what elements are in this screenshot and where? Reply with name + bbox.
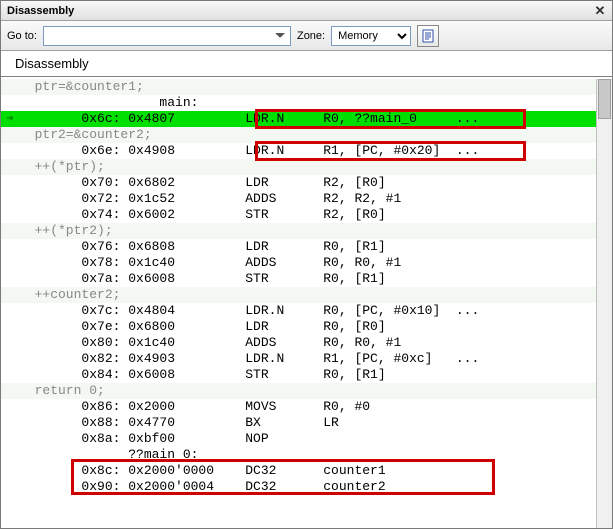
scrollbar-thumb[interactable]: [598, 79, 611, 119]
line-text: 0x8a: 0xbf00 NOP: [19, 431, 596, 447]
zone-select[interactable]: Memory: [331, 26, 411, 46]
line-text: 0x6c: 0x4807 LDR.N R0, ??main_0 ...: [19, 111, 596, 127]
asm-line[interactable]: 0x7c: 0x4804 LDR.N R0, [PC, #0x10] ...: [1, 303, 596, 319]
line-text: 0x74: 0x6002 STR R2, [R0]: [19, 207, 596, 223]
line-text: 0x7e: 0x6800 LDR R0, [R0]: [19, 319, 596, 335]
asm-line[interactable]: 0x84: 0x6008 STR R0, [R1]: [1, 367, 596, 383]
line-text: 0x82: 0x4903 LDR.N R1, [PC, #0xc] ...: [19, 351, 596, 367]
line-text: 0x70: 0x6802 LDR R2, [R0]: [19, 175, 596, 191]
gutter: ➔: [1, 111, 19, 127]
line-text: ++counter2;: [19, 287, 596, 303]
window-title: Disassembly: [7, 5, 74, 17]
asm-line[interactable]: 0x88: 0x4770 BX LR: [1, 415, 596, 431]
line-text: return 0;: [19, 383, 596, 399]
line-text: ptr=&counter1;: [19, 79, 596, 95]
goto-input[interactable]: [43, 26, 291, 46]
asm-line[interactable]: 0x78: 0x1c40 ADDS R0, R0, #1: [1, 255, 596, 271]
close-icon[interactable]: ✕: [592, 3, 608, 19]
line-text: 0x80: 0x1c40 ADDS R0, R0, #1: [19, 335, 596, 351]
line-text: 0x88: 0x4770 BX LR: [19, 415, 596, 431]
asm-line[interactable]: 0x90: 0x2000'0004 DC32 counter2: [1, 479, 596, 495]
label-line[interactable]: ??main_0:: [1, 447, 596, 463]
label-line[interactable]: main:: [1, 95, 596, 111]
source-line[interactable]: ptr2=&counter2;: [1, 127, 596, 143]
line-text: 0x72: 0x1c52 ADDS R2, R2, #1: [19, 191, 596, 207]
disassembly-window: Disassembly ✕ Go to: Zone: Memory Disass…: [0, 0, 613, 529]
line-text: ++(*ptr);: [19, 159, 596, 175]
asm-line[interactable]: 0x70: 0x6802 LDR R2, [R0]: [1, 175, 596, 191]
disassembly-listing: ptr=&counter1; main:➔ 0x6c: 0x4807 LDR.N…: [1, 79, 596, 495]
line-text: 0x76: 0x6808 LDR R0, [R1]: [19, 239, 596, 255]
document-button[interactable]: [417, 25, 439, 47]
line-text: ??main_0:: [19, 447, 596, 463]
line-text: 0x8c: 0x2000'0000 DC32 counter1: [19, 463, 596, 479]
line-text: ptr2=&counter2;: [19, 127, 596, 143]
line-text: 0x7a: 0x6008 STR R0, [R1]: [19, 271, 596, 287]
asm-line[interactable]: 0x80: 0x1c40 ADDS R0, R0, #1: [1, 335, 596, 351]
asm-line[interactable]: 0x8c: 0x2000'0000 DC32 counter1: [1, 463, 596, 479]
asm-line[interactable]: 0x86: 0x2000 MOVS R0, #0: [1, 399, 596, 415]
document-icon: [422, 29, 434, 43]
line-text: 0x84: 0x6008 STR R0, [R1]: [19, 367, 596, 383]
content-area: Disassembly ptr=&counter1; main:➔ 0x6c: …: [1, 51, 612, 528]
asm-line[interactable]: 0x6e: 0x4908 LDR.N R1, [PC, #0x20] ...: [1, 143, 596, 159]
asm-line[interactable]: 0x7e: 0x6800 LDR R0, [R0]: [1, 319, 596, 335]
source-line[interactable]: ++(*ptr2);: [1, 223, 596, 239]
content-subheader: Disassembly: [1, 51, 612, 77]
line-text: 0x90: 0x2000'0004 DC32 counter2: [19, 479, 596, 495]
line-text: 0x6e: 0x4908 LDR.N R1, [PC, #0x20] ...: [19, 143, 596, 159]
goto-label: Go to:: [7, 30, 37, 42]
asm-line[interactable]: ➔ 0x6c: 0x4807 LDR.N R0, ??main_0 ...: [1, 111, 596, 127]
source-line[interactable]: ++counter2;: [1, 287, 596, 303]
asm-line[interactable]: 0x76: 0x6808 LDR R0, [R1]: [1, 239, 596, 255]
titlebar: Disassembly ✕: [1, 1, 612, 21]
scroll-area[interactable]: ptr=&counter1; main:➔ 0x6c: 0x4807 LDR.N…: [1, 79, 596, 528]
line-text: 0x78: 0x1c40 ADDS R0, R0, #1: [19, 255, 596, 271]
zone-label: Zone:: [297, 30, 325, 42]
line-text: ++(*ptr2);: [19, 223, 596, 239]
asm-line[interactable]: 0x74: 0x6002 STR R2, [R0]: [1, 207, 596, 223]
line-text: 0x86: 0x2000 MOVS R0, #0: [19, 399, 596, 415]
vertical-scrollbar[interactable]: [596, 79, 612, 528]
asm-line[interactable]: 0x72: 0x1c52 ADDS R2, R2, #1: [1, 191, 596, 207]
source-line[interactable]: return 0;: [1, 383, 596, 399]
asm-line[interactable]: 0x8a: 0xbf00 NOP: [1, 431, 596, 447]
toolbar: Go to: Zone: Memory: [1, 21, 612, 51]
line-text: main:: [19, 95, 596, 111]
line-text: 0x7c: 0x4804 LDR.N R0, [PC, #0x10] ...: [19, 303, 596, 319]
asm-line[interactable]: 0x7a: 0x6008 STR R0, [R1]: [1, 271, 596, 287]
source-line[interactable]: ptr=&counter1;: [1, 79, 596, 95]
asm-line[interactable]: 0x82: 0x4903 LDR.N R1, [PC, #0xc] ...: [1, 351, 596, 367]
source-line[interactable]: ++(*ptr);: [1, 159, 596, 175]
